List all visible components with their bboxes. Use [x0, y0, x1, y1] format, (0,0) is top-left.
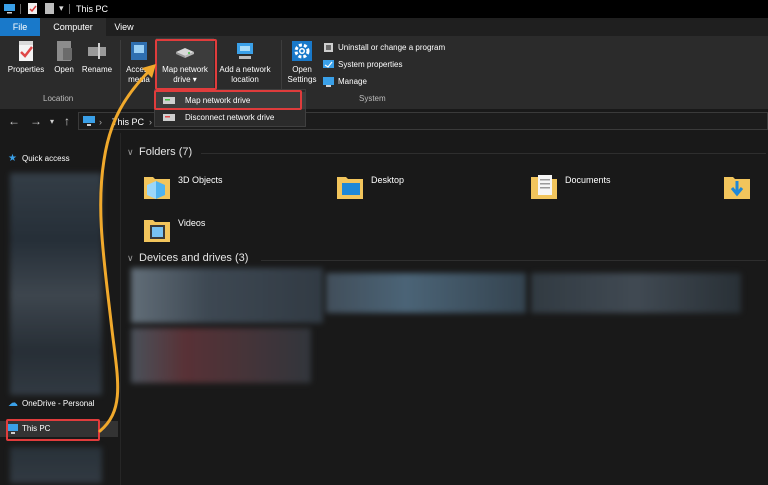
- properties-quick-icon[interactable]: [27, 3, 38, 14]
- system-properties-icon: [323, 60, 334, 68]
- this-pc-icon: [83, 116, 95, 126]
- chevron-down-icon: ∨: [127, 147, 134, 157]
- open-settings-label-1: Open: [292, 65, 312, 74]
- star-icon: ★: [8, 153, 17, 164]
- section-divider: [201, 153, 766, 154]
- system-group-label: System: [359, 94, 386, 103]
- forward-arrow-icon[interactable]: →: [30, 114, 42, 128]
- blurred-drive-items: [10, 447, 102, 483]
- this-pc-icon: [4, 4, 15, 14]
- section-divider: [261, 260, 766, 261]
- breadcrumb-chevron-icon[interactable]: ›: [99, 117, 102, 127]
- blurred-drive-3[interactable]: [531, 273, 741, 313]
- tab-file[interactable]: File: [0, 18, 40, 36]
- ribbon: Properties Open Rename Location Access m…: [0, 36, 768, 109]
- videos-folder-icon: [144, 220, 170, 242]
- folders-header-label: Folders (7): [139, 146, 193, 158]
- new-folder-quick-icon[interactable]: [44, 3, 55, 14]
- devices-header-label: Devices and drives (3): [139, 252, 249, 264]
- nav-label-onedrive: OneDrive - Personal: [22, 399, 95, 408]
- open-label: Open: [54, 65, 74, 74]
- tab-computer[interactable]: Computer: [40, 18, 106, 36]
- access-media-button[interactable]: Access media: [123, 40, 155, 85]
- disconnect-drive-icon: [163, 114, 175, 121]
- nav-label-quick-access: Quick access: [22, 154, 70, 163]
- 3d-objects-folder-icon: [144, 177, 170, 199]
- open-settings-label-2: Settings: [287, 75, 317, 84]
- folder-label: Desktop: [371, 175, 405, 185]
- manage-label: Manage: [338, 77, 367, 86]
- rename-icon: [88, 43, 106, 59]
- documents-folder-icon: [531, 175, 557, 199]
- title-separator-2: [69, 4, 70, 14]
- recent-locations-chevron-icon[interactable]: ▾: [50, 117, 54, 126]
- system-properties-button[interactable]: System properties: [323, 58, 402, 71]
- customize-quick-access-icon[interactable]: ▾: [59, 3, 64, 14]
- add-network-location-label-2: location: [231, 75, 259, 84]
- chevron-down-icon: ∨: [127, 253, 134, 263]
- highlight-map-network-drive-item: [154, 90, 302, 110]
- gear-icon: [292, 41, 312, 61]
- highlight-map-network-drive-button: [155, 39, 217, 90]
- add-network-location-icon: [237, 43, 253, 59]
- properties-button[interactable]: Properties: [5, 40, 47, 75]
- menu-item-disconnect-network-drive[interactable]: Disconnect network drive: [155, 109, 305, 126]
- tab-view[interactable]: View: [106, 18, 142, 36]
- folder-label: 3D Objects: [178, 175, 223, 185]
- blurred-quick-access-items: [10, 173, 102, 395]
- access-media-label-1: Access: [126, 65, 152, 74]
- blurred-drive-1[interactable]: [131, 268, 323, 323]
- cloud-icon: ☁: [8, 398, 18, 409]
- access-media-icon: [131, 42, 147, 60]
- title-separator: [20, 4, 21, 14]
- uninstall-icon: [324, 43, 333, 52]
- open-icon: [57, 41, 72, 61]
- highlight-this-pc: [6, 419, 100, 441]
- back-arrow-icon[interactable]: ←: [8, 114, 20, 128]
- blurred-drive-2[interactable]: [326, 273, 526, 313]
- system-properties-label: System properties: [338, 60, 403, 69]
- desktop-folder-icon: [337, 177, 363, 199]
- ribbon-tab-bar: File Computer View: [0, 18, 768, 36]
- add-network-location-label-1: Add a network: [219, 65, 271, 74]
- breadcrumb-chevron-icon-2[interactable]: ›: [149, 117, 152, 127]
- title-bar: ▾ This PC: [0, 0, 768, 18]
- downloads-folder-icon: [724, 177, 750, 199]
- window-title: This PC: [76, 4, 109, 14]
- rename-label: Rename: [81, 65, 113, 74]
- uninstall-label: Uninstall or change a program: [338, 43, 446, 52]
- rename-button[interactable]: Rename: [80, 40, 114, 75]
- ribbon-group-separator: [120, 40, 121, 104]
- devices-section-header[interactable]: ∨ Devices and drives (3): [127, 252, 248, 264]
- up-arrow-icon[interactable]: ↑: [64, 114, 70, 128]
- folder-label: Videos: [178, 218, 206, 228]
- address-bar-row: ← → ▾ ↑ › This PC ›: [0, 109, 768, 133]
- properties-label: Properties: [7, 65, 45, 74]
- open-button[interactable]: Open: [50, 40, 78, 75]
- menu-item-label: Disconnect network drive: [185, 113, 275, 122]
- manage-button[interactable]: Manage: [323, 75, 367, 88]
- add-network-location-button[interactable]: Add a network location: [215, 40, 275, 85]
- access-media-label-2: media: [128, 75, 150, 84]
- folder-label: Documents: [565, 175, 611, 185]
- location-group-label: Location: [43, 94, 74, 103]
- folders-section-header[interactable]: ∨ Folders (7): [127, 146, 192, 158]
- open-settings-button[interactable]: Open Settings: [284, 40, 320, 85]
- manage-icon: [323, 77, 334, 87]
- content-pane: ∨ Folders (7) 3D Objects Desktop Documen…: [121, 133, 768, 485]
- properties-check-icon: [19, 41, 33, 61]
- uninstall-program-button[interactable]: Uninstall or change a program: [323, 41, 445, 54]
- blurred-drive-4[interactable]: [131, 328, 311, 383]
- nav-item-quick-access[interactable]: ★ Quick access: [8, 152, 70, 166]
- breadcrumb-this-pc[interactable]: This PC: [112, 117, 144, 127]
- nav-item-onedrive[interactable]: ☁ OneDrive - Personal: [8, 397, 94, 411]
